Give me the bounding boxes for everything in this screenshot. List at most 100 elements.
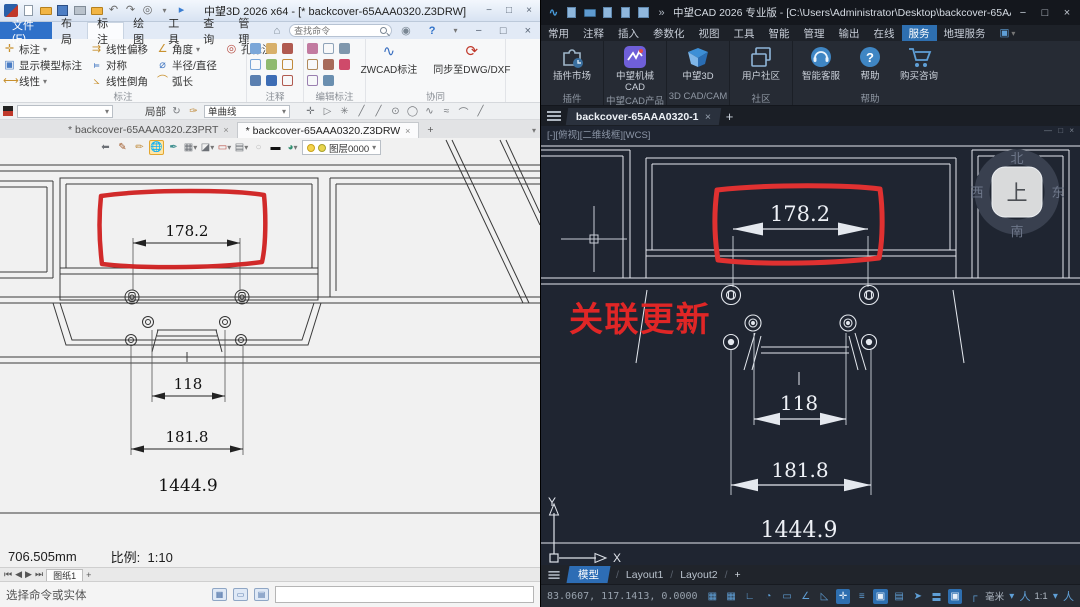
split-panel-icon[interactable]: ▤ xyxy=(254,588,269,601)
annotation-icon[interactable] xyxy=(250,59,261,70)
home-icon[interactable]: ⌂ xyxy=(264,22,289,39)
annotation-icon[interactable] xyxy=(282,59,293,70)
refresh-icon[interactable]: ↻ xyxy=(170,106,183,117)
btn-sync-dwg[interactable]: ⟳ 同步至DWG/DXF xyxy=(429,41,514,89)
run-icon[interactable]: ▷ xyxy=(321,106,334,117)
tab-parametric[interactable]: 参数化 xyxy=(646,25,692,41)
ribbon-display-icon[interactable]: ▣▾ xyxy=(993,25,1023,41)
menu-layout[interactable]: 布局 xyxy=(52,22,87,39)
display-style-icon[interactable]: ▤▾ xyxy=(234,140,249,155)
btn-zw3d[interactable]: 中望3D xyxy=(667,41,729,82)
close-button[interactable]: × xyxy=(522,5,536,16)
edit-dim-icon[interactable] xyxy=(323,75,334,86)
btn-linear-chamfer[interactable]: ⦣线性倒角 xyxy=(90,73,148,89)
annotation-auto-icon[interactable]: 人 xyxy=(1063,588,1074,604)
viewcube-south[interactable]: 南 xyxy=(1010,224,1023,239)
menu-file[interactable]: 文件(F) xyxy=(0,22,52,39)
light-off-icon[interactable]: ○ xyxy=(251,140,266,155)
dyn-input-icon[interactable]: ▣ xyxy=(873,589,888,604)
layout-menu-icon[interactable] xyxy=(548,571,559,579)
layer-dropdown-icon[interactable]: ▾ xyxy=(372,143,376,152)
snap-point-icon[interactable]: ✛ xyxy=(304,106,317,117)
annotation-scale-value[interactable]: 1:1 xyxy=(1034,591,1047,602)
viewcube-west[interactable]: 西 xyxy=(970,185,983,200)
table-style-icon[interactable]: ▦▾ xyxy=(183,140,198,155)
tab-close-icon[interactable]: × xyxy=(223,125,228,135)
new-file-icon[interactable] xyxy=(565,7,578,19)
btn-purchase[interactable]: 购买咨询 xyxy=(891,41,947,82)
sphere-view-icon[interactable]: ◕▾ xyxy=(285,140,300,155)
sheet-tab[interactable]: 图纸1 xyxy=(46,569,83,581)
layer-combo[interactable]: 图层0000 ▾ xyxy=(302,140,381,155)
scale-dropdown-icon[interactable]: ▾ xyxy=(1052,589,1059,604)
btn-plugin-market[interactable]: 插件市场 xyxy=(541,41,603,82)
annotation-icon[interactable] xyxy=(282,75,293,86)
btn-linear[interactable]: ⟷线性▾ xyxy=(3,73,82,89)
background-icon[interactable]: ▬ xyxy=(268,140,283,155)
console-icon[interactable]: ▭ xyxy=(233,588,248,601)
grid-icon[interactable]: ▦ xyxy=(705,589,720,604)
active-tool-icon[interactable]: 🌐 xyxy=(149,140,164,155)
units-dropdown-icon[interactable]: ▾ xyxy=(1008,589,1015,604)
annotation-icon[interactable] xyxy=(250,75,261,86)
viewport-controls-label[interactable]: [-][俯视][二维线框][WCS] xyxy=(547,127,650,141)
btn-zwcad-dim[interactable]: ∿ ZWCAD标注 xyxy=(357,41,422,89)
pen-icon[interactable]: ✒ xyxy=(166,140,181,155)
edit-dim-icon[interactable] xyxy=(339,59,350,70)
prev-sheet-icon[interactable]: ◀ xyxy=(15,569,22,580)
open-file-icon[interactable] xyxy=(39,5,52,17)
btn-arc-length[interactable]: ⌒弧长 xyxy=(156,73,217,89)
btn-user-community[interactable]: 用户社区 xyxy=(730,41,792,82)
add-layout-button[interactable]: + xyxy=(735,569,741,581)
last-sheet-icon[interactable]: ⏭ xyxy=(35,569,43,580)
menu-dimension[interactable]: 标注 xyxy=(87,22,124,39)
edit-dim-icon[interactable] xyxy=(307,59,318,70)
angle-snap-icon[interactable]: ∠ xyxy=(798,589,813,604)
edit-dim-icon[interactable] xyxy=(323,59,334,70)
menu-more-dropdown-icon[interactable]: ▾ xyxy=(444,22,466,39)
polyline-tool-icon[interactable]: ╱ xyxy=(372,106,385,117)
cycle-select-icon[interactable]: ➤ xyxy=(910,589,925,604)
add-sheet-button[interactable]: + xyxy=(86,570,91,580)
image-style-icon[interactable]: ◪▾ xyxy=(200,140,215,155)
annotation-icon[interactable] xyxy=(266,43,277,54)
command-search-input[interactable] xyxy=(294,26,380,36)
curve-tool-icon[interactable]: ≈ xyxy=(440,106,453,117)
first-sheet-icon[interactable]: ⏮ xyxy=(4,569,12,580)
annotation-visibility-icon[interactable]: 人 xyxy=(1019,588,1030,604)
filter-icon[interactable] xyxy=(3,106,13,116)
tab-geo-service[interactable]: 地理服务 xyxy=(937,25,993,41)
tab-smart[interactable]: 智能 xyxy=(762,25,797,41)
pick-icon[interactable]: ✑ xyxy=(187,106,200,117)
viewcube-top[interactable]: 上 xyxy=(1007,182,1028,205)
frame-style-icon[interactable]: ▭▾ xyxy=(217,140,232,155)
lineweight-icon[interactable]: ≡ xyxy=(854,589,869,604)
doc-tab-part[interactable]: * backcover-65AAA0320.Z3PRT× xyxy=(60,122,237,138)
edit-dim-icon[interactable] xyxy=(307,43,318,54)
doc-restore-button[interactable]: □ xyxy=(491,22,516,39)
btn-linear-offset[interactable]: ⇉线性偏移 xyxy=(90,41,148,57)
tab-view[interactable]: 视图 xyxy=(692,25,727,41)
btn-dimension[interactable]: ✛标注▾ xyxy=(3,41,82,57)
menu-draw[interactable]: 绘图 xyxy=(124,22,159,39)
segment-tool-icon[interactable]: ╱ xyxy=(474,106,487,117)
save-as-icon[interactable] xyxy=(619,7,632,19)
more-tools-icon[interactable]: » xyxy=(655,7,668,19)
layout-tab-model[interactable]: 模型 xyxy=(567,566,611,583)
arc-tool-icon[interactable]: ⌒ xyxy=(457,104,470,119)
tab-annotate[interactable]: 注释 xyxy=(576,25,611,41)
plot-icon[interactable] xyxy=(637,7,650,19)
btn-mech-cad[interactable]: 中望机械CAD xyxy=(604,41,666,93)
history-panel-icon[interactable]: ▦ xyxy=(212,588,227,601)
layer-color-icon[interactable] xyxy=(318,144,326,152)
minimize-button[interactable]: − xyxy=(482,5,496,16)
annotation-icon[interactable] xyxy=(250,43,261,54)
tab-tools[interactable]: 工具 xyxy=(727,25,762,41)
viewport-window-controls[interactable]: — □ × xyxy=(1044,126,1076,135)
paint-icon[interactable]: ✏ xyxy=(132,140,147,155)
new-file-tab-button[interactable]: + xyxy=(726,109,734,124)
edit-dim-icon[interactable] xyxy=(339,43,350,54)
layout-tab-2[interactable]: Layout2 xyxy=(680,569,717,581)
line-tool-icon[interactable]: ╱ xyxy=(355,106,368,117)
menu-hamburger-icon[interactable] xyxy=(547,111,561,121)
